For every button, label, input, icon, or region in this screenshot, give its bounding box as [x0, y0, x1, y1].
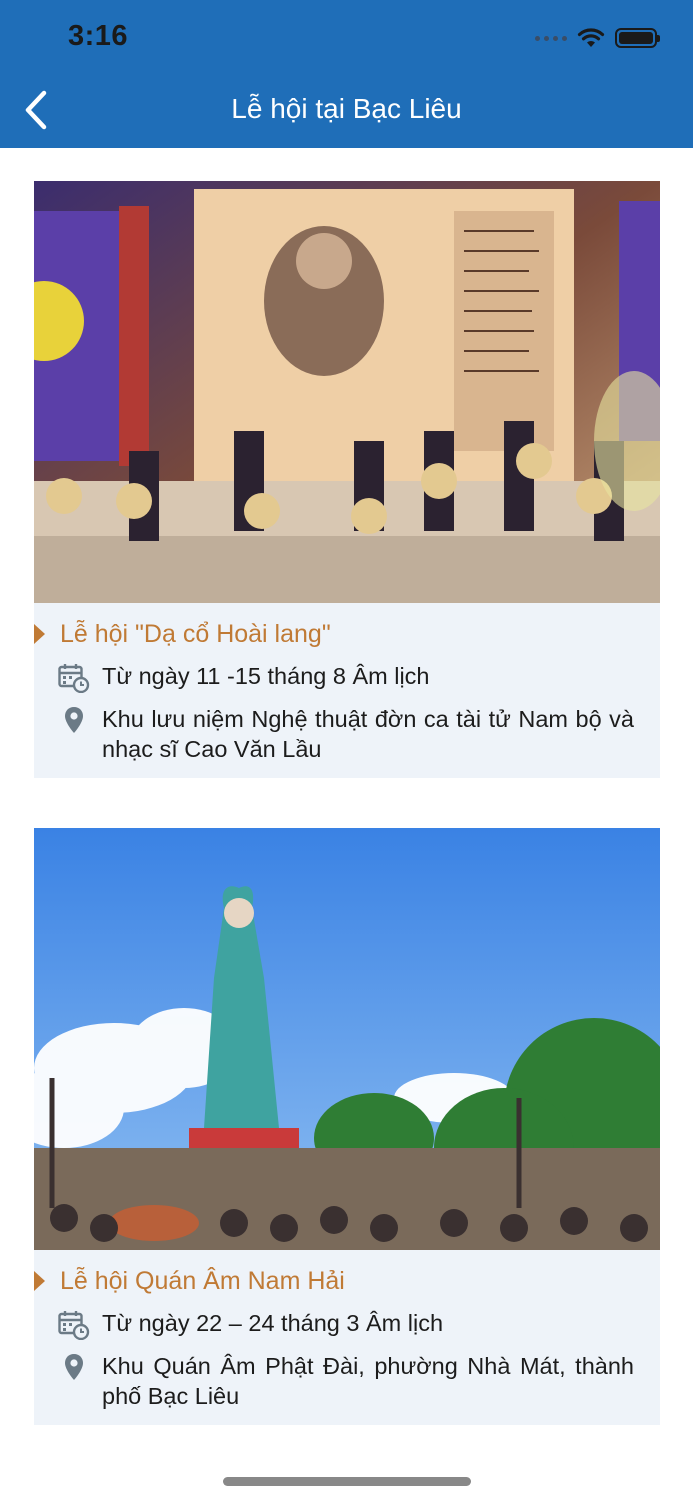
- festival-title-text: Lễ hội "Dạ cổ Hoài lang": [60, 620, 331, 648]
- festival-card-body: Lễ hội "Dạ cổ Hoài lang" Từ ngày 11 -15 …: [34, 603, 660, 778]
- status-icons: [535, 24, 660, 52]
- festival-location-row: Khu lưu niệm Nghệ thuật đờn ca tài tử Na…: [34, 704, 634, 764]
- festival-date: Từ ngày 22 – 24 tháng 3 Âm lịch: [102, 1310, 444, 1336]
- festival-title-text: Lễ hội Quán Âm Nam Hải: [60, 1267, 345, 1295]
- location-pin-icon: [65, 1354, 83, 1380]
- nav-header: 3:16 Lễ hội tại Bạc Liêu: [0, 0, 693, 148]
- festival-location: Khu Quán Âm Phật Đài, phường Nhà Mát, th…: [102, 1353, 634, 1409]
- festival-image: [34, 181, 660, 603]
- festival-title[interactable]: Lễ hội "Dạ cổ Hoài lang": [34, 617, 634, 651]
- festival-image: [34, 828, 660, 1250]
- festival-card[interactable]: Lễ hội Quán Âm Nam Hải Từ ngày 22 – 24 t…: [34, 828, 660, 1425]
- festival-card-body: Lễ hội Quán Âm Nam Hải Từ ngày 22 – 24 t…: [34, 1250, 660, 1425]
- festival-title[interactable]: Lễ hội Quán Âm Nam Hải: [34, 1264, 634, 1298]
- battery-icon: [615, 28, 660, 48]
- home-indicator[interactable]: [223, 1477, 471, 1486]
- caret-right-icon: [34, 1271, 45, 1291]
- wifi-icon: [577, 28, 605, 47]
- signal-icon: [535, 35, 567, 41]
- festival-location: Khu lưu niệm Nghệ thuật đờn ca tài tử Na…: [102, 706, 634, 762]
- festival-date-row: Từ ngày 11 -15 tháng 8 Âm lịch: [34, 661, 634, 698]
- calendar-clock-icon: [58, 664, 90, 694]
- festival-location-row: Khu Quán Âm Phật Đài, phường Nhà Mát, th…: [34, 1351, 634, 1411]
- festival-card[interactable]: Lễ hội "Dạ cổ Hoài lang" Từ ngày 11 -15 …: [34, 181, 660, 778]
- caret-right-icon: [34, 624, 45, 644]
- festival-date-row: Từ ngày 22 – 24 tháng 3 Âm lịch: [34, 1308, 634, 1345]
- page-title: Lễ hội tại Bạc Liêu: [231, 93, 462, 124]
- festival-date: Từ ngày 11 -15 tháng 8 Âm lịch: [102, 663, 430, 689]
- status-time: 3:16: [68, 20, 129, 52]
- calendar-clock-icon: [58, 1311, 90, 1341]
